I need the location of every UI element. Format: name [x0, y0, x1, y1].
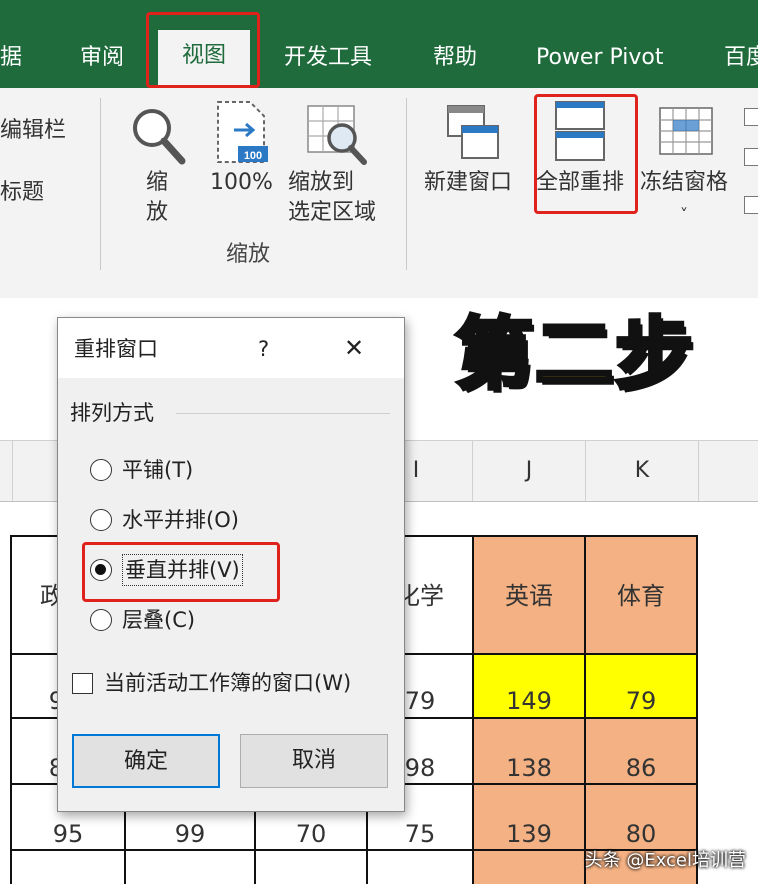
ribbon-divider: [406, 98, 407, 270]
new-window-button[interactable]: 新建窗口: [424, 168, 512, 198]
radio-horizontal[interactable]: [90, 509, 112, 531]
zoom-group-label: 缩放: [226, 242, 271, 267]
ok-button[interactable]: 确定: [72, 734, 220, 788]
table-cell[interactable]: [474, 851, 586, 884]
unhide-icon[interactable]: [744, 196, 758, 214]
column-header-j[interactable]: J: [473, 441, 586, 501]
step-headline: 第二步: [453, 308, 696, 402]
tab-baidu[interactable]: 百度: [724, 38, 758, 78]
zoom-100-icon: 100: [217, 101, 268, 163]
magnifier-icon: [133, 109, 186, 165]
table-cell[interactable]: 139: [474, 785, 586, 851]
group-divider: [176, 413, 390, 414]
table-cell[interactable]: [126, 851, 256, 884]
active-workbook-checkbox[interactable]: [72, 673, 93, 694]
close-icon[interactable]: ✕: [344, 333, 364, 363]
active-workbook-label[interactable]: 当前活动工作簿的窗口(W): [104, 668, 351, 698]
headings-option[interactable]: 标题: [0, 178, 44, 208]
view-tab-highlight: [146, 12, 260, 88]
table-cell[interactable]: 149: [474, 655, 586, 719]
header-cell-english[interactable]: 英语: [474, 537, 586, 655]
ribbon-tab-bar: 据 审阅 视图 开发工具 帮助 Power Pivot 百度: [0, 0, 758, 88]
watermark: 头条 @Excel培训营: [584, 850, 746, 871]
zoom-to-selection-icon: [307, 105, 367, 165]
zoom-selection-line1[interactable]: 缩放到: [288, 168, 354, 198]
zoom-selection-line2[interactable]: 选定区域: [288, 198, 376, 228]
ribbon: 编辑栏 标题 缩放 100 100% 缩放到 选定区域 缩放 新建窗口 全部重排…: [0, 88, 758, 299]
tab-help[interactable]: 帮助: [433, 38, 477, 78]
tab-review[interactable]: 审阅: [80, 38, 124, 78]
split-icon[interactable]: [744, 108, 758, 126]
zoom-100-button[interactable]: 100%: [210, 168, 273, 198]
svg-text:100: 100: [244, 150, 262, 162]
tab-developer[interactable]: 开发工具: [284, 38, 372, 78]
arrange-windows-dialog: 重排窗口 ? ✕ 排列方式 平铺(T) 水平并排(O) 垂直并排(V) 层叠(C…: [57, 317, 405, 812]
vertical-option-highlight: [82, 542, 280, 602]
table-cell[interactable]: 86: [586, 719, 698, 785]
table-cell[interactable]: 138: [474, 719, 586, 785]
ribbon-divider: [100, 98, 101, 270]
table-cell[interactable]: [12, 851, 126, 884]
column-header-blank: [0, 441, 13, 501]
zoom-button[interactable]: 缩放: [142, 168, 172, 228]
hide-icon[interactable]: [744, 148, 758, 166]
arrange-group-label: 排列方式: [70, 401, 154, 425]
help-button[interactable]: ?: [258, 334, 269, 364]
table-cell[interactable]: 79: [586, 655, 698, 719]
column-header-k[interactable]: K: [586, 441, 699, 501]
header-cell-pe[interactable]: 体育: [586, 537, 698, 655]
option-tiled-label[interactable]: 平铺(T): [122, 455, 193, 485]
dialog-title: 重排窗口: [74, 337, 158, 361]
freeze-panes-button[interactable]: 冻结窗格: [640, 168, 728, 198]
tab-power-pivot[interactable]: Power Pivot: [536, 38, 664, 78]
tab-data[interactable]: 据: [0, 38, 22, 78]
dialog-title-bar[interactable]: 重排窗口 ? ✕: [58, 318, 404, 378]
table-cell[interactable]: [256, 851, 368, 884]
new-window-icon: [447, 105, 499, 159]
option-horizontal-label[interactable]: 水平并排(O): [122, 505, 239, 535]
table-cell[interactable]: [368, 851, 474, 884]
arrange-all-highlight: [534, 94, 638, 214]
freeze-panes-caret-icon[interactable]: ˅: [680, 200, 688, 230]
table-cell[interactable]: 80: [586, 785, 698, 851]
formula-bar-option[interactable]: 编辑栏: [0, 116, 66, 146]
freeze-panes-icon: [659, 107, 713, 155]
option-cascade-label[interactable]: 层叠(C): [122, 605, 195, 635]
radio-tiled[interactable]: [90, 459, 112, 481]
cancel-button[interactable]: 取消: [240, 734, 388, 788]
radio-cascade[interactable]: [90, 609, 112, 631]
